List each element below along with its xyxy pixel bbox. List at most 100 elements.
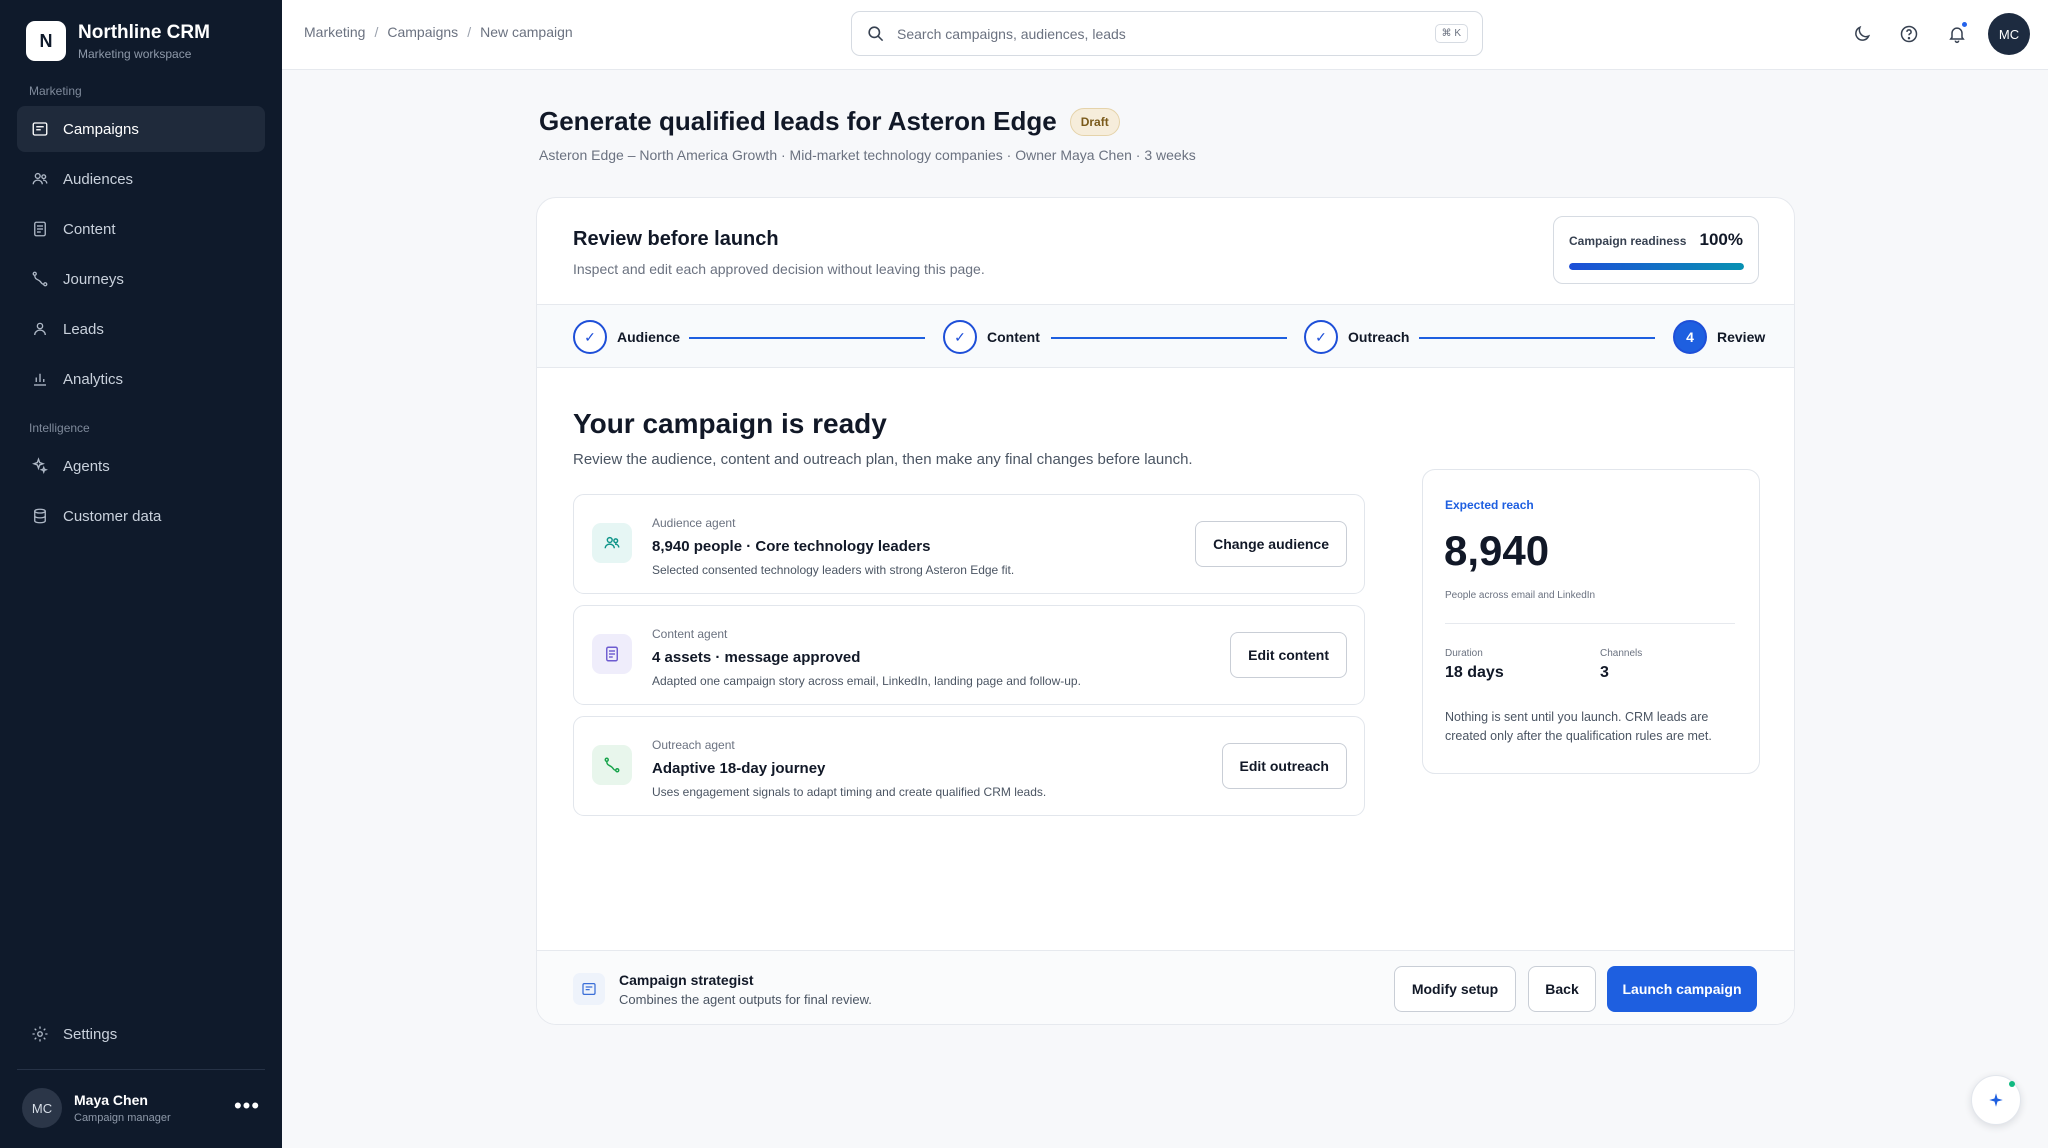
- search-box[interactable]: ⌘ K: [851, 11, 1483, 56]
- more-options-icon[interactable]: •••: [232, 1095, 262, 1120]
- sidebar-item-label: Content: [63, 220, 116, 238]
- notification-dot: [1961, 21, 1968, 28]
- topbar: Marketing / Campaigns / New campaign ⌘ K…: [282, 0, 2048, 70]
- agent-icon-wrap: [592, 523, 632, 563]
- step-connector: [1419, 337, 1655, 339]
- launch-campaign-button[interactable]: Launch campaign: [1607, 966, 1757, 1012]
- journeys-icon: [32, 271, 48, 287]
- check-icon: ✓: [573, 320, 607, 354]
- reach-divider: [1445, 623, 1735, 624]
- step-connector: [689, 337, 925, 339]
- sidebar-item-label: Campaigns: [63, 120, 139, 138]
- sidebar-item-journeys[interactable]: Journeys: [17, 256, 265, 302]
- check-icon: ✓: [943, 320, 977, 354]
- help-button[interactable]: [1896, 21, 1922, 47]
- step-label: Audience: [617, 329, 681, 345]
- message-icon: [582, 983, 596, 995]
- reach-note: People across email and LinkedIn: [1445, 590, 1596, 601]
- user-name: Maya Chen: [74, 1092, 148, 1108]
- sidebar-item-agents[interactable]: Agents: [17, 443, 265, 489]
- avatar: MC: [22, 1088, 62, 1128]
- progress-stepper: ✓ Audience ✓ Content ✓ Outreach 4 Review: [537, 304, 1794, 368]
- content-icon: [34, 221, 46, 237]
- check-icon: ✓: [1304, 320, 1338, 354]
- section-marketing-label: Marketing: [29, 84, 82, 98]
- modify-setup-button[interactable]: Modify setup: [1394, 966, 1516, 1012]
- campaigns-icon: [32, 122, 48, 136]
- sidebar-item-customer-data[interactable]: Customer data: [17, 493, 265, 539]
- agent-kicker: Audience agent: [652, 516, 736, 530]
- strategist-subtitle: Combines the agent outputs for final rev…: [619, 992, 872, 1007]
- channels-value: 3: [1600, 664, 1609, 681]
- sidebar-item-leads[interactable]: Leads: [17, 306, 265, 352]
- step-label: Content: [987, 329, 1040, 345]
- settings-label: Settings: [63, 1025, 118, 1043]
- strategist-title: Campaign strategist: [619, 972, 754, 988]
- page-title: Generate qualified leads for Asteron Edg…: [539, 106, 1057, 136]
- search-icon: [868, 26, 884, 42]
- step-audience[interactable]: ✓ Audience: [573, 320, 680, 354]
- avatar[interactable]: MC: [1988, 13, 2030, 55]
- user-profile[interactable]: MC Maya Chen Campaign manager •••: [22, 1088, 262, 1128]
- section-intelligence-label: Intelligence: [29, 421, 90, 435]
- workspace-name: Marketing workspace: [78, 46, 192, 61]
- sidebar-item-label: Customer data: [63, 507, 162, 525]
- sidebar-item-campaigns[interactable]: Campaigns: [17, 106, 265, 152]
- step-review[interactable]: 4 Review: [1673, 320, 1765, 354]
- sidebar-item-label: Leads: [63, 320, 104, 338]
- breadcrumb-current: New campaign: [480, 24, 573, 40]
- page-subtitle: Asteron Edge – North America Growth · Mi…: [539, 147, 1196, 163]
- card-footer: Campaign strategist Combines the agent o…: [537, 950, 1794, 1024]
- notifications-button[interactable]: [1944, 21, 1970, 47]
- breadcrumb-marketing[interactable]: Marketing: [304, 24, 365, 40]
- search-input[interactable]: [897, 25, 1397, 42]
- review-subtitle: Inspect and edit each approved decision …: [573, 261, 985, 277]
- sidebar-item-label: Analytics: [63, 370, 124, 388]
- step-label: Outreach: [1348, 329, 1410, 345]
- review-card: Review before launch Inspect and edit ea…: [536, 197, 1795, 1025]
- theme-toggle-button[interactable]: [1849, 21, 1875, 47]
- document-icon: [606, 646, 618, 662]
- sidebar-item-content[interactable]: Content: [17, 206, 265, 252]
- agent-icon-wrap: [592, 634, 632, 674]
- step-outreach[interactable]: ✓ Outreach: [1304, 320, 1409, 354]
- sidebar-item-analytics[interactable]: Analytics: [17, 356, 265, 402]
- sidebar-item-label: Agents: [63, 457, 110, 475]
- agent-icon-wrap: [592, 745, 632, 785]
- back-button[interactable]: Back: [1528, 966, 1596, 1012]
- assistant-status-dot: [2009, 1081, 2015, 1087]
- edit-outreach-button[interactable]: Edit outreach: [1221, 743, 1347, 789]
- status-badge: Draft: [1069, 107, 1120, 136]
- review-title: Review before launch: [573, 228, 779, 250]
- sidebar-item-label: Journeys: [63, 270, 124, 288]
- audiences-icon: [32, 172, 48, 185]
- sidebar-item-audiences[interactable]: Audiences: [17, 156, 265, 202]
- agent-title: 4 assets · message approved: [652, 649, 861, 666]
- brand[interactable]: N Northline CRM Marketing workspace: [26, 21, 210, 61]
- readiness-value: 100%: [1699, 230, 1743, 249]
- step-content[interactable]: ✓ Content: [943, 320, 1040, 354]
- agent-kicker: Content agent: [652, 627, 728, 641]
- ready-title: Your campaign is ready: [573, 408, 887, 439]
- change-audience-button[interactable]: Change audience: [1195, 521, 1347, 567]
- breadcrumb: Marketing / Campaigns / New campaign: [304, 24, 573, 40]
- agent-kicker: Outreach agent: [652, 738, 735, 752]
- expected-reach-panel: Expected reach 8,940 People across email…: [1422, 469, 1760, 774]
- breadcrumb-campaigns[interactable]: Campaigns: [387, 24, 458, 40]
- duration-value: 18 days: [1445, 664, 1504, 681]
- agent-description: Adapted one campaign story across email,…: [652, 674, 1081, 688]
- edit-content-button[interactable]: Edit content: [1230, 632, 1347, 678]
- gear-icon: [32, 1026, 48, 1042]
- sidebar-item-settings[interactable]: Settings: [17, 1011, 265, 1057]
- agent-title: 8,940 people · Core technology leaders: [652, 538, 931, 555]
- channels-label: Channels: [1600, 648, 1643, 659]
- assistant-button[interactable]: [1971, 1075, 2021, 1125]
- agent-description: Uses engagement signals to adapt timing …: [652, 785, 1047, 799]
- reach-kicker: Expected reach: [1445, 498, 1534, 512]
- sparkle-icon: [1989, 1093, 2003, 1107]
- help-icon: [1900, 25, 1918, 43]
- strategist-icon-wrap: [573, 973, 605, 1005]
- people-icon: [604, 536, 620, 549]
- sidebar-divider: [17, 1069, 265, 1070]
- reach-footnote: Nothing is sent until you launch. CRM le…: [1445, 710, 1712, 743]
